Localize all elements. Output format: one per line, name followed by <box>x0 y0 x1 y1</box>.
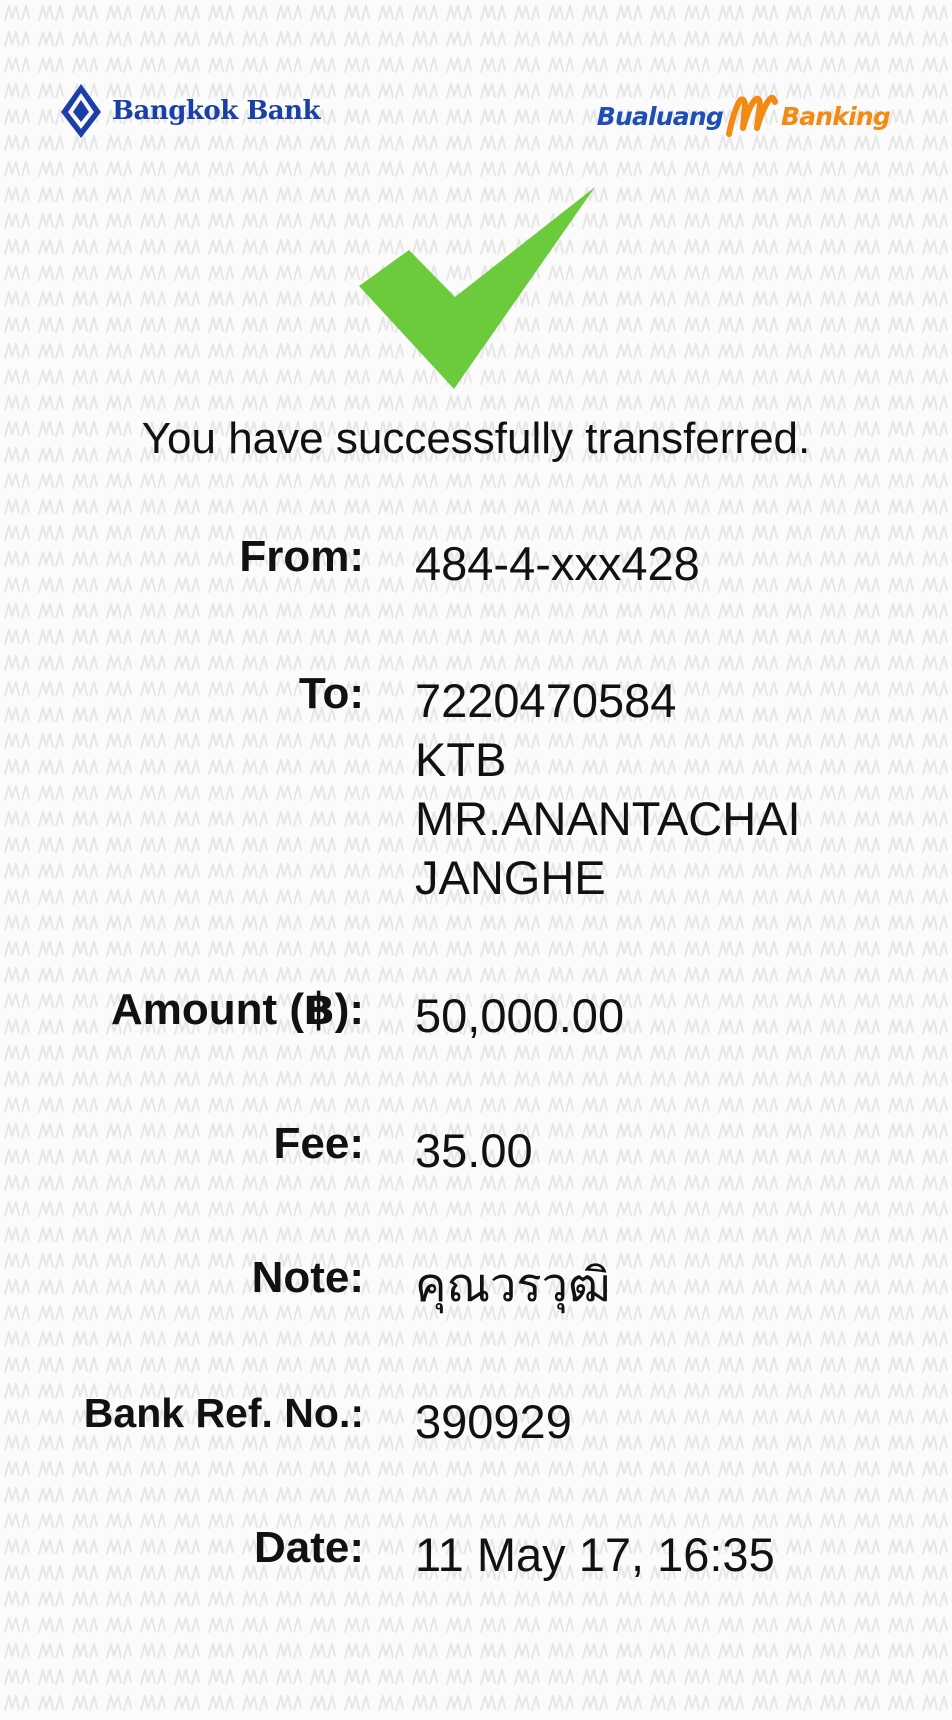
bualuang-mbanking-logo: Bualuang Banking <box>596 88 891 144</box>
to-bank: KTB <box>415 733 507 786</box>
success-message: You have successfully transferred. <box>141 414 811 463</box>
from-account: 484-4-xxx428 <box>415 537 700 590</box>
date-label: Date: <box>253 1523 364 1572</box>
bangkok-bank-emblem-icon <box>61 84 101 138</box>
brand-bualuang-text: Bualuang <box>596 101 724 131</box>
to-account-number: 7220470584 <box>415 674 677 727</box>
bank-ref-value: 390929 <box>415 1395 572 1448</box>
to-name-last: JANGHE <box>415 851 606 904</box>
amount-label: Amount (฿): <box>111 985 364 1034</box>
to-name-first: MR.ANANTACHAI <box>415 792 801 845</box>
bank-ref-label: Bank Ref. No.: <box>83 1390 364 1436</box>
date-value: 11 May 17, 16:35 <box>415 1528 775 1581</box>
note-label: Note: <box>251 1253 364 1302</box>
mbanking-m-icon <box>723 92 781 140</box>
bank-name: Bangkok Bank <box>112 96 321 126</box>
transfer-receipt: Bangkok Bank Bualuang Banking You have s… <box>0 0 952 1720</box>
brand-banking-text: Banking <box>780 101 891 131</box>
amount-value: 50,000.00 <box>415 989 625 1042</box>
from-label: From: <box>239 532 364 581</box>
fee-label: Fee: <box>273 1119 364 1168</box>
fee-value: 35.00 <box>415 1124 533 1177</box>
to-label: To: <box>298 669 364 718</box>
bangkok-bank-logo: Bangkok Bank <box>58 82 321 140</box>
check-icon <box>359 187 595 389</box>
to-details: 7220470584 KTB MR.ANANTACHAI JANGHE <box>415 671 801 907</box>
note-value: คุณวรวุฒิ <box>415 1258 611 1311</box>
